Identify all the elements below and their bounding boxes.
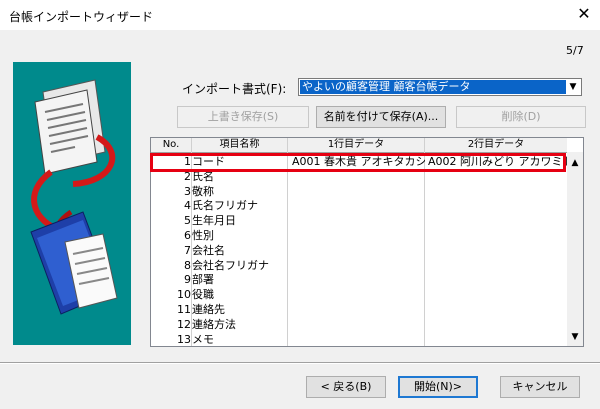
row-number: 9 [184,273,191,287]
row-field-name: 生年月日 [192,214,236,228]
row-number: 12 [177,317,191,331]
chevron-down-icon[interactable]: ▼ [565,79,581,95]
row-field-name: 氏名フリガナ [192,199,258,213]
header-field-name: 項目名称 [192,138,288,151]
close-icon[interactable]: ✕ [574,4,594,24]
row-number: 13 [177,332,191,346]
scroll-up-icon[interactable]: ▲ [567,156,583,170]
row-number: 8 [184,258,191,272]
grid-scrollbar[interactable]: ▲ ▼ [567,152,583,346]
row-number: 4 [184,199,191,213]
table-row[interactable]: 12 連絡方法 [151,317,567,332]
row-number: 5 [184,214,191,228]
table-row[interactable]: 5 生年月日 [151,213,567,228]
row-number: 11 [177,303,191,316]
table-row[interactable]: 4 氏名フリガナ [151,198,567,213]
row-number: 7 [184,243,191,257]
row-number: 3 [184,184,191,198]
table-row[interactable]: 10 役職 [151,287,567,302]
format-label: インポート書式(F): [182,82,287,96]
delete-button[interactable]: 削除(D) [456,106,586,128]
cancel-button[interactable]: キャンセル [500,376,580,398]
table-row[interactable]: 3 敬称 [151,184,567,199]
window-title: 台帳インポートウィザード [9,10,154,24]
row-field-name: 性別 [192,229,214,242]
back-button[interactable]: < 戻る(B) [306,376,386,398]
overwrite-save-button[interactable]: 上書き保存(S) [177,106,309,128]
format-select-value: やよいの顧客管理 顧客台帳データ [300,80,566,94]
table-row[interactable]: 6 性別 [151,228,567,243]
row-field-name: 連絡先 [192,303,225,316]
row-field-name: 会社名 [192,243,225,257]
step-indicator: 5/7 [566,44,584,57]
table-row[interactable]: 7 会社名 [151,243,567,258]
header-row2-data: 2行目データ [467,139,525,150]
row-highlight-box [150,153,566,172]
row-field-name: 役職 [192,288,214,302]
row-number: 6 [184,229,191,242]
scroll-down-icon[interactable]: ▼ [567,330,583,344]
table-row[interactable]: 13 メモ [151,332,567,346]
save-as-button[interactable]: 名前を付けて保存(A)... [316,106,446,128]
table-row[interactable]: 8 会社名フリガナ [151,258,567,273]
wizard-illustration [13,62,131,345]
title-bar: 台帳インポートウィザード ✕ [0,0,600,30]
table-row[interactable]: 11 連絡先 [151,302,567,317]
format-select[interactable]: やよいの顧客管理 顧客台帳データ ▼ [298,78,582,96]
blue-binder-icon [30,211,118,315]
row-field-name: 連絡方法 [192,317,236,331]
document-stack-icon [34,79,106,175]
row-field-name: メモ [192,332,214,346]
row-field-name: 敬称 [192,184,214,198]
row-number: 10 [177,288,191,302]
wizard-illustration-graphic [30,79,118,315]
header-no: No. [151,138,192,151]
header-row1-data: 1行目データ [288,138,425,151]
table-row[interactable]: 9 部署 [151,272,567,287]
start-button[interactable]: 開始(N)> [398,376,478,398]
grid-header: No. 項目名称 1行目データ 2行目データ [151,138,567,153]
row-field-name: 会社名フリガナ [192,258,269,272]
row-field-name: 部署 [192,273,214,287]
footer-divider [0,362,600,364]
